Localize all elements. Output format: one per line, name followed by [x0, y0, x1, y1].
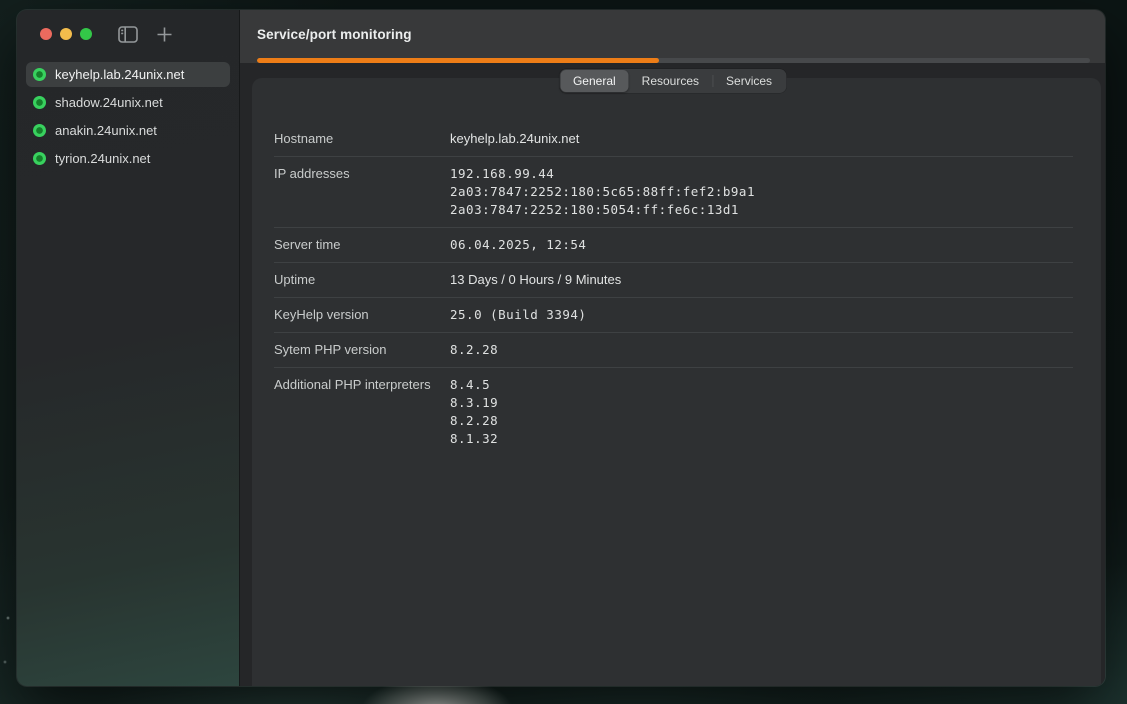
progress-fill	[257, 58, 659, 63]
sidebar-toggle-icon	[118, 26, 138, 43]
minimize-button[interactable]	[60, 28, 72, 40]
server-list: keyhelp.lab.24unix.net shadow.24unix.net a…	[17, 62, 239, 171]
sidebar-item-server[interactable]: shadow.24unix.net	[26, 90, 230, 115]
detail-value-line: keyhelp.lab.24unix.net	[450, 130, 579, 148]
detail-row: KeyHelp version25.0 (Build 3394)	[274, 297, 1073, 332]
status-online-icon	[33, 152, 46, 165]
tab-general[interactable]: General	[560, 70, 629, 92]
detail-row: Uptime13 Days / 0 Hours / 9 Minutes	[274, 262, 1073, 297]
progress-bar	[240, 58, 1105, 63]
detail-label: Additional PHP interpreters	[274, 376, 450, 448]
detail-value-line: 8.4.5	[450, 376, 498, 394]
tab-services[interactable]: Services	[713, 70, 785, 92]
detail-row: IP addresses192.168.99.442a03:7847:2252:…	[274, 156, 1073, 227]
detail-value: 8.2.28	[450, 341, 498, 359]
page-title: Service/port monitoring	[257, 27, 412, 42]
status-online-icon	[33, 68, 46, 81]
sidebar-toggle-button[interactable]	[118, 26, 138, 43]
detail-value: keyhelp.lab.24unix.net	[450, 130, 579, 148]
main-area: Service/port monitoring Hostnamekeyhelp.…	[240, 10, 1105, 686]
detail-value: 192.168.99.442a03:7847:2252:180:5c65:88f…	[450, 165, 755, 219]
progress-track	[257, 58, 1090, 63]
detail-value-line: 8.3.19	[450, 394, 498, 412]
detail-value: 8.4.58.3.198.2.288.1.32	[450, 376, 498, 448]
titlebar: Service/port monitoring	[240, 10, 1105, 58]
app-window: keyhelp.lab.24unix.net shadow.24unix.net a…	[17, 10, 1105, 686]
server-name: anakin.24unix.net	[55, 123, 157, 138]
detail-value: 06.04.2025, 12:54	[450, 236, 586, 254]
desktop-wallpaper: keyhelp.lab.24unix.net shadow.24unix.net a…	[0, 0, 1127, 704]
tab-resources[interactable]: Resources	[629, 70, 712, 92]
detail-label: Server time	[274, 236, 450, 254]
detail-value-line: 13 Days / 0 Hours / 9 Minutes	[450, 271, 621, 289]
status-online-icon	[33, 96, 46, 109]
detail-value-line: 8.2.28	[450, 412, 498, 430]
close-button[interactable]	[40, 28, 52, 40]
sidebar-item-server[interactable]: keyhelp.lab.24unix.net	[26, 62, 230, 87]
server-name: tyrion.24unix.net	[55, 151, 150, 166]
sidebar-toolbar	[17, 10, 239, 58]
server-name: keyhelp.lab.24unix.net	[55, 67, 184, 82]
status-online-icon	[33, 124, 46, 137]
sidebar: keyhelp.lab.24unix.net shadow.24unix.net a…	[17, 10, 240, 686]
detail-value: 25.0 (Build 3394)	[450, 306, 586, 324]
detail-value-line: 8.1.32	[450, 430, 498, 448]
detail-label: Uptime	[274, 271, 450, 289]
details-table: Hostnamekeyhelp.lab.24unix.netIP address…	[252, 78, 1101, 456]
detail-row: Additional PHP interpreters8.4.58.3.198.…	[274, 367, 1073, 456]
tab-bar: GeneralResourcesServices	[559, 69, 786, 93]
detail-value-line: 25.0 (Build 3394)	[450, 306, 586, 324]
detail-value-line: 06.04.2025, 12:54	[450, 236, 586, 254]
detail-value-line: 192.168.99.44	[450, 165, 755, 183]
plus-icon	[156, 26, 173, 43]
detail-value-line: 2a03:7847:2252:180:5054:ff:fe6c:13d1	[450, 201, 755, 219]
detail-label: KeyHelp version	[274, 306, 450, 324]
detail-row: Sytem PHP version8.2.28	[274, 332, 1073, 367]
detail-label: Hostname	[274, 130, 450, 148]
detail-row: Server time06.04.2025, 12:54	[274, 227, 1073, 262]
detail-value: 13 Days / 0 Hours / 9 Minutes	[450, 271, 621, 289]
sidebar-item-server[interactable]: tyrion.24unix.net	[26, 146, 230, 171]
detail-row: Hostnamekeyhelp.lab.24unix.net	[274, 122, 1073, 156]
server-name: shadow.24unix.net	[55, 95, 163, 110]
detail-value-line: 8.2.28	[450, 341, 498, 359]
zoom-button[interactable]	[80, 28, 92, 40]
sidebar-item-server[interactable]: anakin.24unix.net	[26, 118, 230, 143]
detail-label: IP addresses	[274, 165, 450, 219]
add-server-button[interactable]	[156, 26, 173, 43]
detail-value-line: 2a03:7847:2252:180:5c65:88ff:fef2:b9a1	[450, 183, 755, 201]
detail-label: Sytem PHP version	[274, 341, 450, 359]
content-panel: Hostnamekeyhelp.lab.24unix.netIP address…	[252, 78, 1101, 686]
